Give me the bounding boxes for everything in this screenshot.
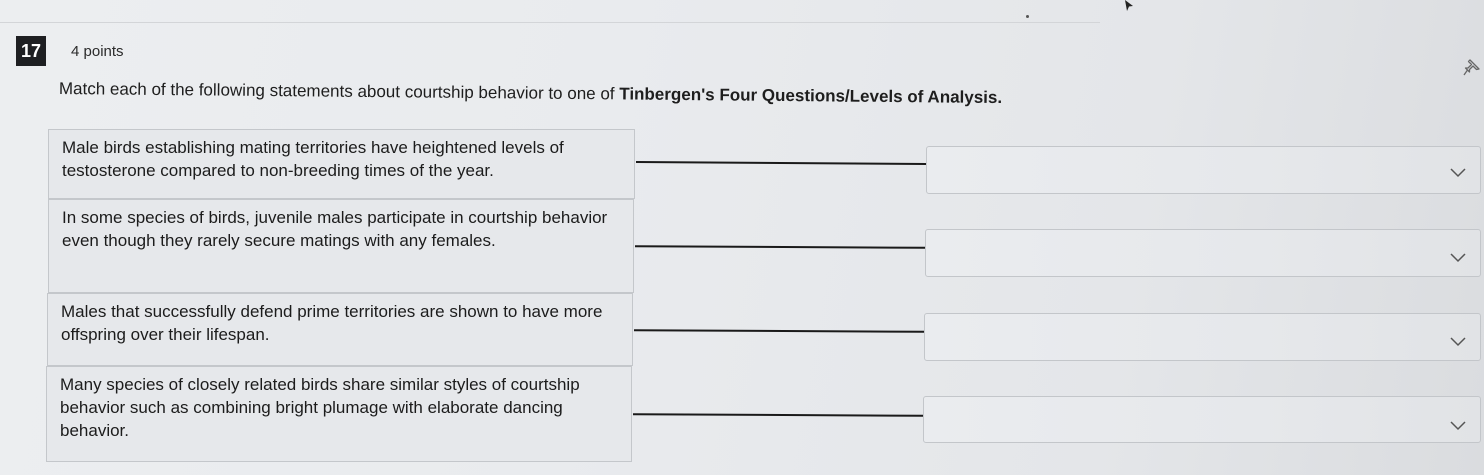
match-connector-line	[632, 413, 924, 417]
match-statement-1: Male birds establishing mating territori…	[48, 129, 635, 199]
statement-text: Male birds establishing mating territori…	[62, 138, 564, 180]
chevron-down-icon	[1450, 168, 1466, 178]
screen-speck	[1026, 15, 1029, 18]
question-points: 4 points	[71, 43, 124, 60]
match-statement-2: In some species of birds, juvenile males…	[48, 199, 634, 293]
match-connector-line	[634, 245, 926, 249]
cursor-icon	[1125, 0, 1133, 11]
statement-text: Many species of closely related birds sh…	[60, 375, 580, 440]
match-dropdown-1[interactable]	[926, 146, 1481, 194]
chevron-down-icon	[1450, 253, 1466, 263]
question-number-badge: 17	[16, 36, 46, 66]
top-divider	[0, 22, 1100, 23]
statement-text: In some species of birds, juvenile males…	[62, 208, 608, 250]
statement-text: Males that successfully defend prime ter…	[61, 302, 603, 344]
prompt-bold-text: Tinbergen's Four Questions/Levels of Ana…	[619, 84, 1003, 108]
question-prompt: Match each of the following statements a…	[59, 79, 1002, 108]
pin-icon[interactable]	[1463, 58, 1481, 76]
match-dropdown-2[interactable]	[925, 229, 1481, 277]
match-connector-line	[633, 329, 925, 333]
match-dropdown-3[interactable]	[924, 313, 1481, 361]
chevron-down-icon	[1450, 421, 1466, 431]
chevron-down-icon	[1450, 337, 1466, 347]
prompt-text: Match each of the following statements a…	[58, 79, 620, 104]
match-statement-3: Males that successfully defend prime ter…	[47, 293, 633, 366]
match-dropdown-4[interactable]	[923, 396, 1481, 443]
match-connector-line	[635, 160, 927, 166]
match-statement-4: Many species of closely related birds sh…	[46, 366, 632, 462]
